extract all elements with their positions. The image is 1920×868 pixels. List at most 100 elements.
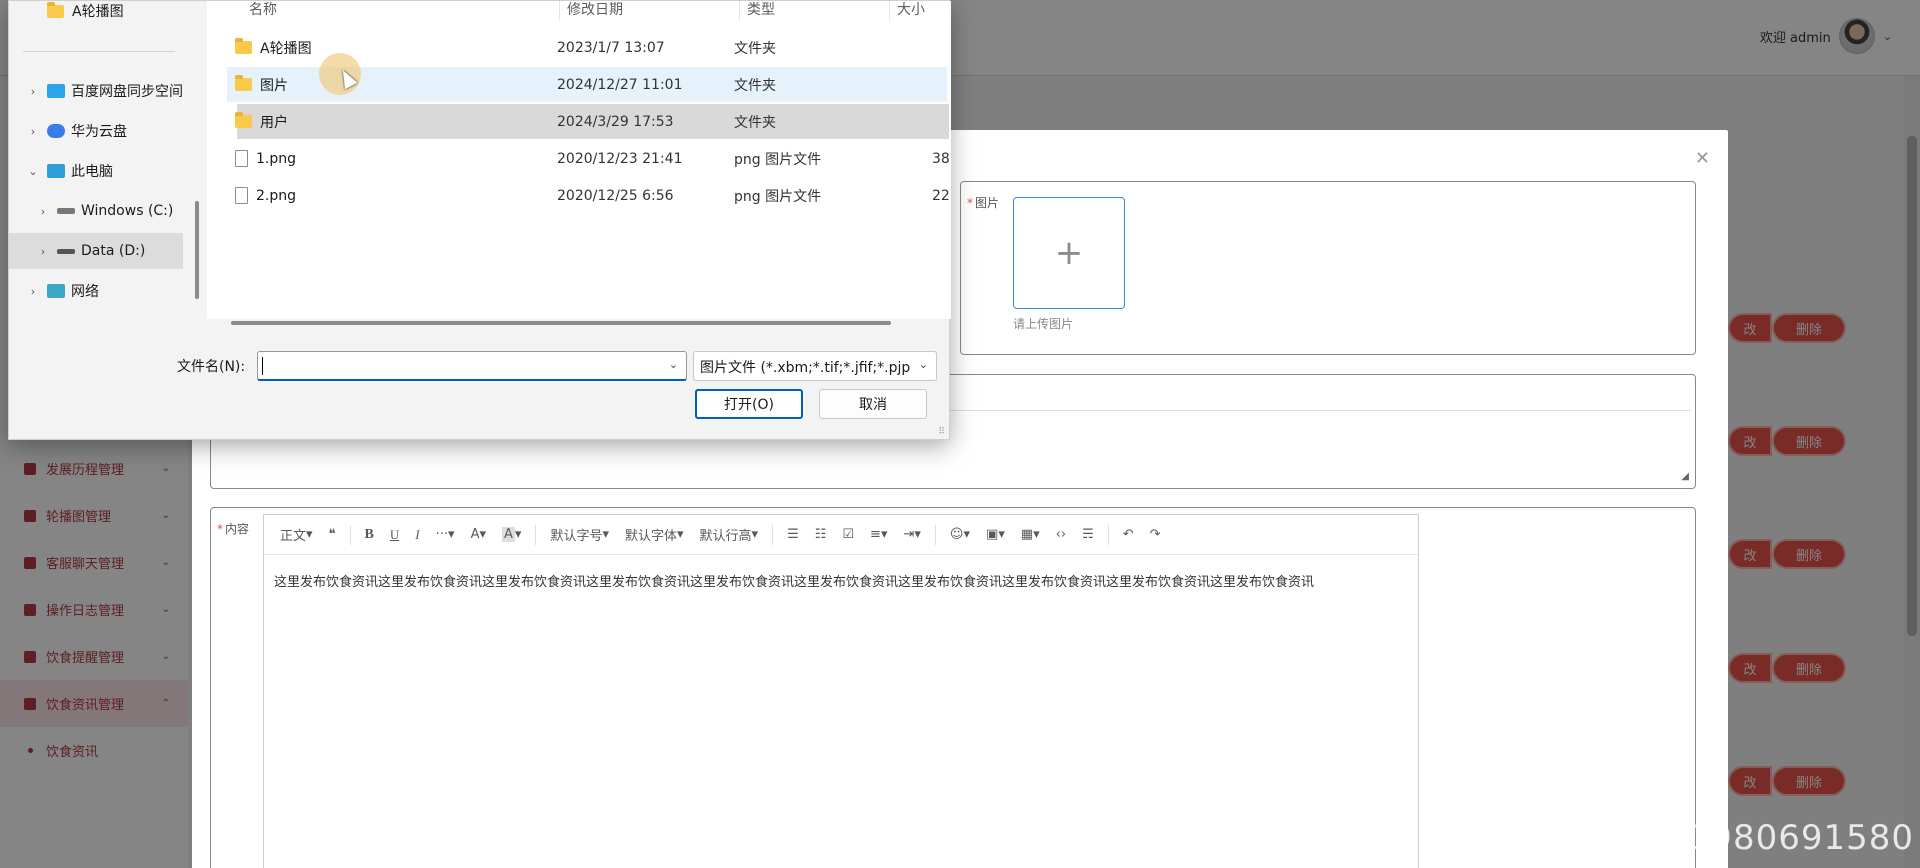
font-size-dropdown[interactable]: 默认字号 ▾ [542, 515, 617, 555]
chevron-right-icon[interactable]: › [35, 245, 51, 258]
filename-input[interactable]: ⌄ [257, 351, 687, 381]
toolbar-label: ▣ [986, 527, 999, 542]
toolbar-label: A [502, 527, 515, 542]
image-upload-button[interactable]: + [1013, 197, 1125, 309]
horizontal-scrollbar[interactable] [231, 321, 891, 325]
file-date: 2024/3/29 17:53 [557, 113, 674, 130]
filename-label: 文件名(N): [177, 359, 246, 375]
editor-content[interactable]: 这里发布饮食资讯这里发布饮食资讯这里发布饮食资讯这里发布饮食资讯这里发布饮食资讯… [274, 571, 1314, 590]
file-type: 文件夹 [734, 40, 776, 57]
network-icon [47, 284, 65, 298]
column-divider[interactable] [739, 1, 740, 21]
nav-item-baidu-cloud[interactable]: › 百度网盘同步空间 [9, 73, 187, 109]
toolbar-label: ☺ [949, 527, 964, 542]
chevron-down-icon[interactable]: ⌄ [25, 165, 41, 178]
toolbar-label: A [470, 527, 480, 542]
nav-divider [23, 51, 175, 52]
table-icon[interactable]: ▦ ▾ [1013, 515, 1048, 555]
toolbar-label: ··· [435, 527, 449, 542]
nav-item-this-pc[interactable]: ⌄ 此电脑 [9, 153, 187, 189]
file-type: png 图片文件 [734, 151, 822, 168]
divider-line-icon[interactable]: ☴ [1074, 515, 1102, 555]
nav-item-huawei-cloud[interactable]: › 华为云盘 [9, 113, 187, 149]
huawei-cloud-icon [47, 124, 65, 138]
file-row[interactable]: 1.png 2020/12/23 21:41 png 图片文件 38 [227, 141, 950, 176]
file-name: 用户 [260, 114, 288, 131]
paragraph-style-dropdown[interactable]: 正文 ▾ [272, 515, 321, 555]
background-color-icon[interactable]: A ▾ [494, 515, 529, 555]
quote-icon[interactable]: ❝ [321, 515, 344, 555]
italic-icon[interactable]: I [407, 515, 427, 555]
toolbar-divider [349, 524, 351, 545]
toolbar-label: ⇥ [903, 527, 915, 542]
image-label: * 图片 [967, 194, 999, 211]
folder-icon [235, 112, 252, 128]
file-type: 文件夹 [734, 114, 776, 131]
align-icon[interactable]: ≡ ▾ [862, 515, 895, 555]
chevron-right-icon[interactable]: › [25, 85, 41, 98]
code-icon[interactable]: ‹› [1048, 515, 1074, 555]
file-type: 文件夹 [734, 77, 776, 94]
content-label-text: 内容 [225, 522, 250, 536]
column-header-size[interactable]: 大小 [897, 0, 925, 18]
required-mark: * [967, 196, 973, 210]
numbered-list-icon[interactable]: ☷ [807, 515, 835, 555]
file-size: 38 [932, 150, 950, 167]
bold-icon[interactable]: B [357, 515, 382, 555]
nav-item-carousel-folder[interactable]: A轮播图 [9, 0, 187, 29]
nav-scrollbar[interactable] [195, 201, 199, 299]
toolbar-divider [772, 524, 774, 545]
emoji-icon[interactable]: ☺ ▾ [942, 515, 978, 555]
column-divider[interactable] [559, 1, 560, 21]
bulleted-list-icon[interactable]: ☰ [779, 515, 807, 555]
file-open-dialog: A轮播图 › 百度网盘同步空间 › 华为云盘 ⌄ 此电脑 › Windows (… [8, 0, 951, 440]
chevron-down-icon[interactable]: ⌄ [669, 358, 678, 371]
file-date: 2020/12/23 21:41 [557, 150, 683, 167]
chevron-right-icon[interactable]: › [25, 125, 41, 138]
file-name: A轮播图 [260, 40, 312, 57]
cancel-button-label: 取消 [859, 397, 887, 413]
file-icon [235, 150, 248, 167]
open-button[interactable]: 打开(O) [695, 389, 803, 419]
file-row[interactable]: 用户 2024/3/29 17:53 文件夹 [235, 104, 949, 139]
file-row[interactable]: 2.png 2020/12/25 6:56 png 图片文件 22 [227, 178, 950, 213]
font-color-icon[interactable]: A ▾ [463, 515, 494, 555]
folder-icon [47, 1, 64, 18]
resize-grip-icon[interactable]: ⠿ [938, 427, 945, 437]
file-icon [235, 187, 248, 204]
more-styles-icon[interactable]: ··· ▾ [428, 515, 463, 555]
column-divider[interactable] [889, 1, 890, 21]
editor-toolbar: 正文 ▾ ❝ B U I ··· ▾ A ▾ A ▾ 默认字号 ▾ 默认字体 ▾ 默认行高 ▾… [264, 515, 1418, 555]
toolbar-label: ≡ [870, 527, 881, 542]
nav-item-drive-c[interactable]: › Windows (C:) [9, 193, 187, 229]
nav-item-label: 此电脑 [71, 164, 113, 180]
file-list: 名称 修改日期 类型 大小 A轮播图 2023/1/7 13:07 文件夹 图片… [207, 0, 951, 325]
toolbar-label: ▦ [1020, 527, 1034, 542]
indent-icon[interactable]: ⇥ ▾ [895, 515, 928, 555]
nav-item-drive-d[interactable]: › Data (D:) [9, 233, 183, 269]
chevron-right-icon[interactable]: › [35, 205, 51, 218]
close-icon[interactable]: ✕ [1695, 148, 1710, 169]
todo-icon[interactable]: ☑ [834, 515, 862, 555]
font-family-dropdown[interactable]: 默认字体 ▾ [617, 515, 692, 555]
file-date: 2024/12/27 11:01 [557, 76, 683, 93]
undo-icon[interactable]: ↶ [1115, 515, 1142, 555]
cancel-button[interactable]: 取消 [819, 389, 927, 419]
redo-icon[interactable]: ↷ [1142, 515, 1169, 555]
drive-icon [57, 208, 75, 214]
column-header-type[interactable]: 类型 [747, 0, 775, 18]
image-field: * 图片 + 请上传图片 [960, 181, 1696, 355]
file-type-select[interactable]: 图片文件 (*.xbm;*.tif;*.jfif;*.pjp ⌄ [693, 351, 937, 381]
underline-icon[interactable]: U [382, 515, 407, 555]
image-icon[interactable]: ▣ ▾ [978, 515, 1013, 555]
file-size: 22 [932, 187, 950, 204]
resize-grip-icon[interactable]: ◢ [1681, 471, 1689, 482]
column-header-name[interactable]: 名称 [249, 0, 277, 18]
line-height-dropdown[interactable]: 默认行高 ▾ [692, 515, 767, 555]
nav-item-network[interactable]: › 网络 [9, 273, 187, 309]
chevron-right-icon[interactable]: › [25, 285, 41, 298]
rich-text-editor[interactable]: 正文 ▾ ❝ B U I ··· ▾ A ▾ A ▾ 默认字号 ▾ 默认字体 ▾ 默认行高 ▾… [263, 514, 1419, 868]
file-name: 图片 [260, 77, 288, 94]
upload-hint: 请上传图片 [1013, 317, 1074, 331]
column-header-date[interactable]: 修改日期 [567, 0, 623, 18]
